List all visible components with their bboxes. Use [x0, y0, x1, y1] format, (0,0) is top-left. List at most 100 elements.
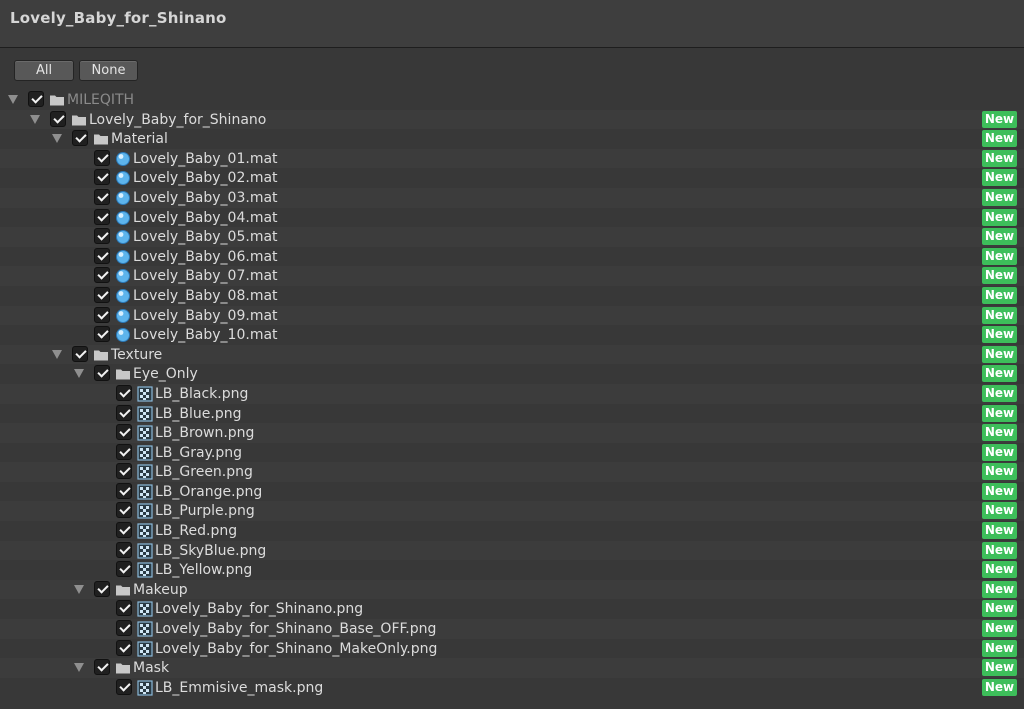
- tree-asset-row[interactable]: Lovely_Baby_01.mat New: [0, 148, 1024, 169]
- include-checkbox[interactable]: [116, 443, 132, 460]
- tree-asset-row[interactable]: LB_Orange.png New: [0, 482, 1024, 502]
- include-checkbox[interactable]: [94, 365, 110, 382]
- tree-asset-row[interactable]: Lovely_Baby_02.mat New: [0, 168, 1024, 188]
- tree-asset-row[interactable]: Lovely_Baby_06.mat New: [0, 247, 1024, 267]
- include-checkbox[interactable]: [94, 228, 110, 245]
- include-checkbox[interactable]: [116, 404, 132, 421]
- new-badge: New: [982, 247, 1017, 265]
- tree-asset-row[interactable]: Lovely_Baby_09.mat New: [0, 305, 1024, 326]
- tree-item-label: Material: [111, 131, 168, 148]
- new-badge: New: [982, 286, 1017, 304]
- select-all-button[interactable]: All: [14, 60, 74, 81]
- expand-arrow-icon[interactable]: [74, 663, 84, 673]
- include-checkbox[interactable]: [94, 149, 110, 166]
- include-checkbox[interactable]: [94, 659, 110, 676]
- folder-icon: [115, 366, 131, 382]
- tree-item-label: Lovely_Baby_for_Shinano_MakeOnly.png: [155, 640, 438, 657]
- tree-folder-row[interactable]: Texture New: [0, 344, 1024, 365]
- new-badge: New: [982, 149, 1017, 167]
- tree-item-label: LB_Emmisive_mask.png: [155, 679, 324, 696]
- tree-item-label: LB_Green.png: [155, 464, 253, 481]
- tree-asset-row[interactable]: LB_Green.png New: [0, 462, 1024, 482]
- tree-asset-row[interactable]: LB_Red.png New: [0, 521, 1024, 541]
- include-checkbox[interactable]: [116, 502, 132, 519]
- tree-item-label: Lovely_Baby_02.mat: [133, 170, 278, 187]
- material-icon: [115, 170, 131, 186]
- include-checkbox[interactable]: [116, 384, 132, 401]
- include-checkbox[interactable]: [94, 267, 110, 284]
- tree-item-label: LB_Red.png: [155, 523, 238, 540]
- expand-arrow-icon[interactable]: [30, 114, 40, 124]
- tree-item-label: Lovely_Baby_04.mat: [133, 209, 278, 226]
- new-badge: New: [982, 208, 1017, 226]
- tree-asset-row[interactable]: LB_Brown.png New: [0, 423, 1024, 443]
- include-checkbox[interactable]: [116, 541, 132, 558]
- tree-asset-row[interactable]: Lovely_Baby_for_Shinano_MakeOnly.png New: [0, 639, 1024, 659]
- include-checkbox[interactable]: [94, 188, 110, 205]
- tree-item-label: LB_Yellow.png: [155, 562, 253, 579]
- new-badge: New: [982, 188, 1017, 206]
- include-checkbox[interactable]: [94, 306, 110, 323]
- tree-folder-row[interactable]: Makeup New: [0, 579, 1024, 600]
- tree-asset-row[interactable]: LB_Yellow.png New: [0, 560, 1024, 580]
- include-checkbox[interactable]: [94, 326, 110, 343]
- include-checkbox[interactable]: [94, 208, 110, 225]
- new-badge: New: [982, 639, 1017, 657]
- tree-item-label: Texture: [111, 346, 163, 363]
- tree-asset-row[interactable]: Lovely_Baby_04.mat New: [0, 208, 1024, 228]
- include-checkbox[interactable]: [116, 561, 132, 578]
- include-checkbox[interactable]: [116, 522, 132, 539]
- include-checkbox[interactable]: [116, 463, 132, 480]
- expand-arrow-icon[interactable]: [8, 95, 18, 104]
- texture-icon: [137, 464, 153, 480]
- include-checkbox[interactable]: [72, 130, 88, 147]
- include-checkbox[interactable]: [50, 110, 66, 127]
- tree-asset-row[interactable]: LB_Emmisive_mask.png New: [0, 678, 1024, 698]
- new-badge: New: [982, 365, 1017, 383]
- tree-asset-row[interactable]: Lovely_Baby_for_Shinano.png New: [0, 599, 1024, 619]
- tree-asset-row[interactable]: LB_SkyBlue.png New: [0, 540, 1024, 561]
- tree-item-label: Makeup: [133, 581, 188, 598]
- include-checkbox[interactable]: [28, 91, 44, 107]
- include-checkbox[interactable]: [94, 580, 110, 597]
- expand-arrow-icon[interactable]: [52, 349, 62, 359]
- new-badge: New: [982, 384, 1017, 402]
- tree-folder-row[interactable]: Eye_Only New: [0, 364, 1024, 384]
- tree-asset-row[interactable]: Lovely_Baby_05.mat New: [0, 227, 1024, 247]
- include-checkbox[interactable]: [94, 169, 110, 186]
- include-checkbox[interactable]: [116, 620, 132, 637]
- tree-asset-row[interactable]: Lovely_Baby_07.mat New: [0, 266, 1024, 286]
- new-badge: New: [982, 580, 1017, 598]
- new-badge: New: [982, 424, 1017, 442]
- include-checkbox[interactable]: [94, 286, 110, 303]
- tree-asset-row[interactable]: LB_Black.png New: [0, 383, 1024, 404]
- window-titlebar: Lovely_Baby_for_Shinano: [0, 0, 1024, 48]
- tree-asset-row[interactable]: Lovely_Baby_10.mat New: [0, 325, 1024, 345]
- tree-item-label: Lovely_Baby_01.mat: [133, 150, 278, 167]
- new-badge: New: [982, 130, 1017, 148]
- tree-asset-row[interactable]: LB_Blue.png New: [0, 404, 1024, 424]
- expand-arrow-icon[interactable]: [74, 584, 84, 594]
- include-checkbox[interactable]: [116, 600, 132, 617]
- include-checkbox[interactable]: [116, 424, 132, 441]
- tree-asset-row[interactable]: Lovely_Baby_03.mat New: [0, 187, 1024, 208]
- tree-asset-row[interactable]: Lovely_Baby_08.mat New: [0, 286, 1024, 306]
- select-none-button[interactable]: None: [79, 60, 138, 81]
- expand-arrow-icon[interactable]: [74, 369, 84, 379]
- tree-asset-row[interactable]: LB_Purple.png New: [0, 501, 1024, 522]
- include-checkbox[interactable]: [94, 247, 110, 264]
- tree-folder-row[interactable]: MILEQITH: [0, 90, 1024, 110]
- tree-asset-row[interactable]: Lovely_Baby_for_Shinano_Base_OFF.png New: [0, 619, 1024, 639]
- expand-arrow-icon[interactable]: [52, 134, 62, 144]
- folder-icon: [71, 112, 87, 128]
- include-checkbox[interactable]: [116, 678, 132, 695]
- include-checkbox[interactable]: [72, 345, 88, 362]
- folder-icon: [93, 131, 109, 147]
- new-badge: New: [982, 326, 1017, 344]
- tree-folder-row[interactable]: Mask New: [0, 658, 1024, 678]
- tree-folder-row[interactable]: Lovely_Baby_for_Shinano New: [0, 109, 1024, 130]
- tree-folder-row[interactable]: Material New: [0, 129, 1024, 149]
- include-checkbox[interactable]: [116, 482, 132, 499]
- tree-asset-row[interactable]: LB_Gray.png New: [0, 443, 1024, 463]
- include-checkbox[interactable]: [116, 639, 132, 656]
